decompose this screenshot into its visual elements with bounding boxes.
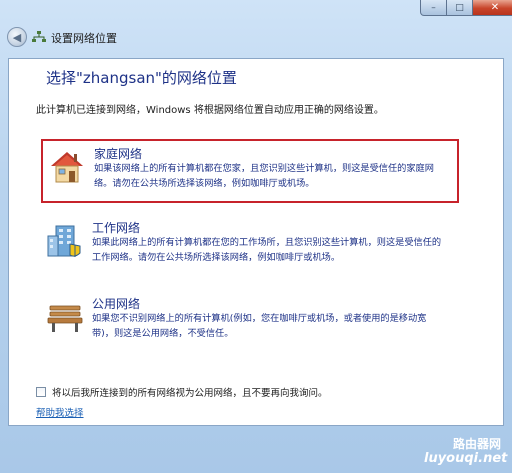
option-work-network[interactable]: 工作网络 如果此网络上的所有计算机都在您的工作场所，且您识别这些计算机，则这是受… — [41, 215, 459, 279]
dialog-content: 选择"zhangsan"的网络位置 此计算机已连接到网络，Windows 将根据… — [8, 58, 504, 426]
house-icon — [51, 152, 83, 183]
treat-all-public-checkbox-row[interactable]: 将以后我所连接到的所有网络视为公用网络，且不要再向我询问。 — [36, 385, 328, 399]
network-icon — [32, 31, 46, 42]
option-description: 如果您不识别网络上的所有计算机(例如，您在咖啡厅或机场，或者使用的是移动宽带)，… — [92, 313, 427, 339]
help-me-choose-link[interactable]: 帮助我选择 — [36, 405, 84, 419]
watermark-title: 路由器网 — [453, 437, 502, 451]
checkbox-label: 将以后我所连接到的所有网络视为公用网络，且不要再向我询问。 — [52, 388, 328, 399]
minimize-icon: – — [431, 2, 436, 13]
back-arrow-icon: ◀ — [12, 30, 22, 44]
close-icon: ✕ — [490, 2, 500, 13]
option-title: 公用网络 — [92, 297, 141, 311]
close-button[interactable]: ✕ — [473, 0, 512, 16]
window-controls: – □ ✕ — [420, 0, 512, 16]
watermark-url: luyouqi.net — [424, 451, 508, 466]
treat-all-public-checkbox[interactable] — [36, 387, 46, 397]
office-building-icon — [47, 225, 81, 257]
intro-text: 此计算机已连接到网络，Windows 将根据网络位置自动应用正确的网络设置。 — [36, 105, 384, 116]
option-title: 家庭网络 — [94, 147, 143, 161]
watermark-logo: 路由器网 luyouqi.net — [424, 433, 510, 469]
park-bench-icon — [47, 305, 83, 332]
minimize-button[interactable]: – — [420, 0, 447, 16]
option-description: 如果该网络上的所有计算机都在您家，且您识别这些计算机，则这是受信任的家庭网络。请… — [94, 163, 434, 189]
maximize-button[interactable]: □ — [447, 0, 473, 16]
back-button[interactable]: ◀ — [7, 27, 27, 47]
option-title: 工作网络 — [92, 221, 141, 235]
page-title: 选择"zhangsan"的网络位置 — [46, 69, 237, 87]
option-description: 如果此网络上的所有计算机都在您的工作场所，且您识别这些计算机，则这是受信任的工作… — [92, 237, 442, 263]
maximize-icon: □ — [455, 2, 464, 13]
option-home-network[interactable]: 家庭网络 如果该网络上的所有计算机都在您家，且您识别这些计算机，则这是受信任的家… — [41, 139, 459, 203]
title-bar: ◀ 设置网络位置 – □ ✕ — [0, 0, 512, 58]
window-title: 设置网络位置 — [51, 32, 117, 45]
option-public-network[interactable]: 公用网络 如果您不识别网络上的所有计算机(例如，您在咖啡厅或机场，或者使用的是移… — [41, 291, 459, 355]
window-frame: ◀ 设置网络位置 – □ ✕ 选择"zhangsan"的网络位置 此计算机已连接… — [0, 0, 512, 473]
